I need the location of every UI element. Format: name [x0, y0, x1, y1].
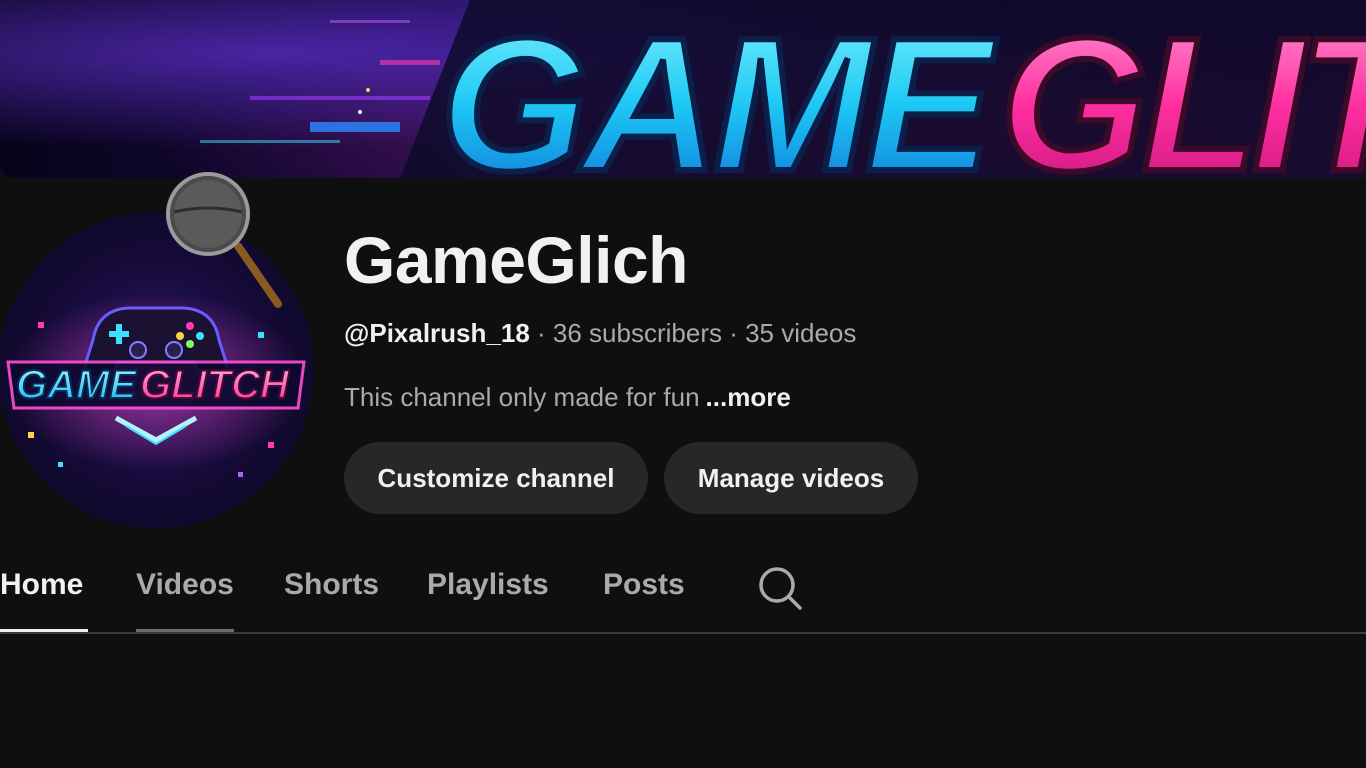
tabs-divider	[0, 632, 1366, 634]
customize-channel-button[interactable]: Customize channel	[344, 442, 648, 514]
channel-tabs: Home Videos Shorts Playlists Posts	[0, 548, 1366, 634]
tab-shorts[interactable]: Shorts	[284, 548, 380, 632]
channel-description[interactable]: This channel only made for fun ...more	[344, 380, 791, 414]
tab-playlists-label: Playlists	[427, 568, 549, 601]
search-icon	[759, 567, 802, 610]
magnifier-cursor-icon	[166, 172, 282, 308]
tab-home[interactable]: Home	[0, 548, 88, 632]
channel-handle[interactable]: @Pixalrush_18	[344, 318, 530, 348]
meta-separator: ·	[721, 318, 746, 348]
banner-text-game: GAME	[440, 0, 997, 178]
avatar-logo-game: GAME	[16, 363, 137, 407]
more-link[interactable]: ...more	[706, 382, 791, 412]
subscriber-count: 36 subscribers	[552, 318, 722, 348]
description-text: This channel only made for fun	[344, 382, 700, 412]
tab-playlists[interactable]: Playlists	[427, 548, 551, 632]
channel-meta: @Pixalrush_18 · 36 subscribers · 35 vide…	[344, 316, 856, 350]
meta-separator: ·	[529, 318, 553, 348]
channel-search-button[interactable]	[756, 564, 804, 612]
tab-videos[interactable]: Videos	[136, 548, 234, 632]
tab-shorts-label: Shorts	[284, 568, 380, 601]
avatar-logo-glitch: GLITCH	[140, 363, 290, 407]
banner-text-glitch: GLIT	[1000, 0, 1366, 178]
tab-posts[interactable]: Posts	[603, 548, 689, 632]
tab-home-label: Home	[0, 568, 84, 601]
channel-banner: GAME GLIT	[0, 0, 1366, 178]
video-count: 35 videos	[745, 318, 857, 348]
channel-page: GAME GLIT	[0, 0, 1366, 768]
banner-art: GAME GLIT	[200, 0, 1366, 178]
tab-posts-label: Posts	[603, 568, 685, 601]
manage-videos-button[interactable]: Manage videos	[664, 442, 918, 514]
tab-videos-label: Videos	[136, 568, 234, 601]
channel-name: GameGlich	[344, 223, 688, 297]
